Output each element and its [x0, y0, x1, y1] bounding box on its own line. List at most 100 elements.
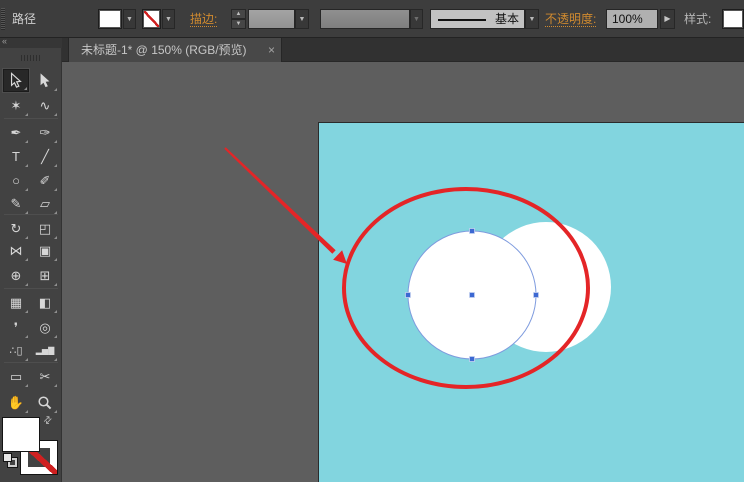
collapse-panel-icon[interactable]: « [2, 36, 7, 46]
opacity-slider-arrow-icon[interactable]: ▶ [660, 9, 675, 29]
eyedropper-icon: ❜ [13, 319, 19, 335]
brush-dropdown-icon[interactable]: ▼ [525, 9, 539, 29]
stroke-dropdown-arrow-icon[interactable]: ▼ [162, 9, 175, 29]
pencil-tool[interactable]: ✎ [3, 192, 29, 215]
rotate-tool[interactable]: ↻ [3, 217, 29, 240]
blend-tool[interactable]: ◎ [32, 316, 58, 339]
width-tool-icon: ⋈ [9, 242, 23, 258]
artboard-tool[interactable]: ▭ [3, 365, 29, 388]
document-tab[interactable]: 未标题-1* @ 150% (RGB/预览) × [68, 38, 282, 62]
mini-fill-square [3, 453, 12, 462]
symbol-sprayer-tool[interactable]: ∴▯ [3, 339, 29, 362]
line-segment-tool[interactable]: ╱ [32, 145, 58, 168]
curvature-tool[interactable]: ✑ [32, 121, 58, 144]
pen-icon: ✒ [10, 124, 22, 140]
variable-width-dropdown-icon[interactable]: ▼ [410, 9, 423, 29]
panel-grip[interactable] [1, 8, 5, 30]
brush-name: 基本 [494, 12, 519, 26]
free-transform-tool[interactable]: ▣ [32, 239, 58, 262]
eyedropper-tool[interactable]: ❜ [3, 316, 29, 339]
document-canvas[interactable] [62, 62, 744, 482]
zoom-tool[interactable] [32, 391, 58, 414]
stepper-down-icon[interactable]: ▼ [231, 19, 246, 29]
canvas-overlay [224, 147, 611, 389]
tools-divider [4, 118, 58, 119]
direct-selection-tool[interactable] [32, 69, 58, 92]
magic-wand-tool[interactable]: ✶ [3, 94, 29, 117]
tools-panel-grip[interactable] [21, 55, 42, 61]
hand-tool[interactable]: ✋ [3, 391, 29, 414]
tab-close-icon[interactable]: × [268, 38, 275, 62]
column-graph-tool[interactable]: ▂▅▇ [32, 339, 58, 362]
blend-icon: ◎ [39, 319, 51, 335]
gradient-tool[interactable]: ◧ [32, 291, 58, 314]
brush-definition-field[interactable]: 基本 [430, 9, 525, 29]
width-tool[interactable]: ⋈ [3, 239, 29, 262]
selection-tool[interactable] [3, 69, 29, 92]
paintbrush-icon: ✐ [39, 172, 51, 188]
default-fill-stroke-icon[interactable] [3, 453, 18, 468]
anchor-bottom[interactable] [469, 356, 475, 362]
perspective-grid-tool[interactable]: ⊞ [32, 264, 58, 287]
stroke-weight-dropdown-icon[interactable]: ▼ [295, 9, 309, 29]
rotate-icon: ↻ [10, 220, 22, 236]
free-transform-icon: ▣ [38, 242, 52, 258]
tools-panel-header: « [0, 36, 62, 48]
tools-divider [4, 288, 58, 289]
style-swatch[interactable] [722, 9, 744, 29]
fill-color-swatch[interactable] [98, 9, 122, 29]
style-label: 样式: [684, 12, 712, 26]
scale-tool[interactable]: ◰ [32, 217, 58, 240]
fill-dropdown-arrow-icon[interactable]: ▼ [123, 9, 136, 29]
anchor-center[interactable] [469, 292, 475, 298]
mesh-tool[interactable]: ▦ [3, 291, 29, 314]
opacity-link-label: 不透明度: [545, 12, 597, 27]
artboard-icon: ▭ [9, 368, 23, 384]
type-tool[interactable]: T [3, 145, 29, 168]
tools-divider [4, 214, 58, 215]
opacity-panel-link[interactable]: 不透明度: [545, 0, 597, 38]
stroke-panel-link[interactable]: 描边: [190, 0, 218, 38]
stroke-link-label: 描边: [190, 12, 218, 27]
magic-wand-icon: ✶ [10, 97, 22, 113]
pen-tool[interactable]: ✒ [3, 121, 29, 144]
stroke-weight-stepper[interactable]: ▲ ▼ [231, 9, 246, 29]
document-tab-title: 未标题-1* @ 150% (RGB/预览) [81, 43, 247, 57]
brush-stroke-preview [438, 19, 486, 21]
fill-color-indicator[interactable] [2, 417, 40, 452]
lasso-icon: ∿ [39, 97, 51, 113]
anchor-top[interactable] [469, 228, 475, 234]
zoom-magnifier-icon [38, 395, 52, 409]
type-icon: T [12, 149, 20, 164]
stroke-color-swatch[interactable] [142, 9, 161, 29]
ellipse-tool[interactable]: ○ [3, 169, 29, 192]
selection-type-label: 路径 [12, 12, 37, 26]
shape-builder-icon: ⊕ [10, 267, 22, 283]
ellipse-icon: ○ [12, 173, 20, 188]
swap-fill-stroke-icon[interactable]: ⇄ [41, 414, 55, 428]
opacity-input[interactable]: 100% [606, 9, 658, 29]
scale-icon: ◰ [38, 220, 52, 236]
eraser-icon: ▱ [40, 195, 50, 211]
red-arrow-head [333, 250, 347, 264]
direct-selection-arrow-icon [40, 73, 50, 88]
stroke-weight-field[interactable] [248, 9, 295, 29]
column-graph-icon: ▂▅▇ [35, 346, 55, 355]
paintbrush-tool[interactable]: ✐ [32, 169, 58, 192]
shape-builder-tool[interactable]: ⊕ [3, 264, 29, 287]
eraser-tool[interactable]: ▱ [32, 192, 58, 215]
anchor-right[interactable] [533, 292, 539, 298]
document-tab-bar: 未标题-1* @ 150% (RGB/预览) × [62, 38, 744, 62]
anchor-left[interactable] [405, 292, 411, 298]
tools-divider [4, 362, 58, 363]
mesh-icon: ▦ [9, 294, 23, 310]
control-panel: 路径 ▼ ▼ 描边: ▲ ▼ ▼ ▼ 基本 ▼ 不透明度: 100% ▶ 样式: [0, 0, 744, 38]
lasso-tool[interactable]: ∿ [32, 94, 58, 117]
variable-width-profile-field[interactable] [320, 9, 410, 29]
perspective-grid-icon: ⊞ [39, 267, 51, 283]
illustrator-window: 路径 ▼ ▼ 描边: ▲ ▼ ▼ ▼ 基本 ▼ 不透明度: 100% ▶ 样式:… [0, 0, 744, 482]
pencil-icon: ✎ [10, 195, 22, 211]
stepper-up-icon[interactable]: ▲ [231, 9, 246, 19]
red-arrow-shaft [224, 147, 336, 254]
slice-tool[interactable]: ✂ [32, 365, 58, 388]
